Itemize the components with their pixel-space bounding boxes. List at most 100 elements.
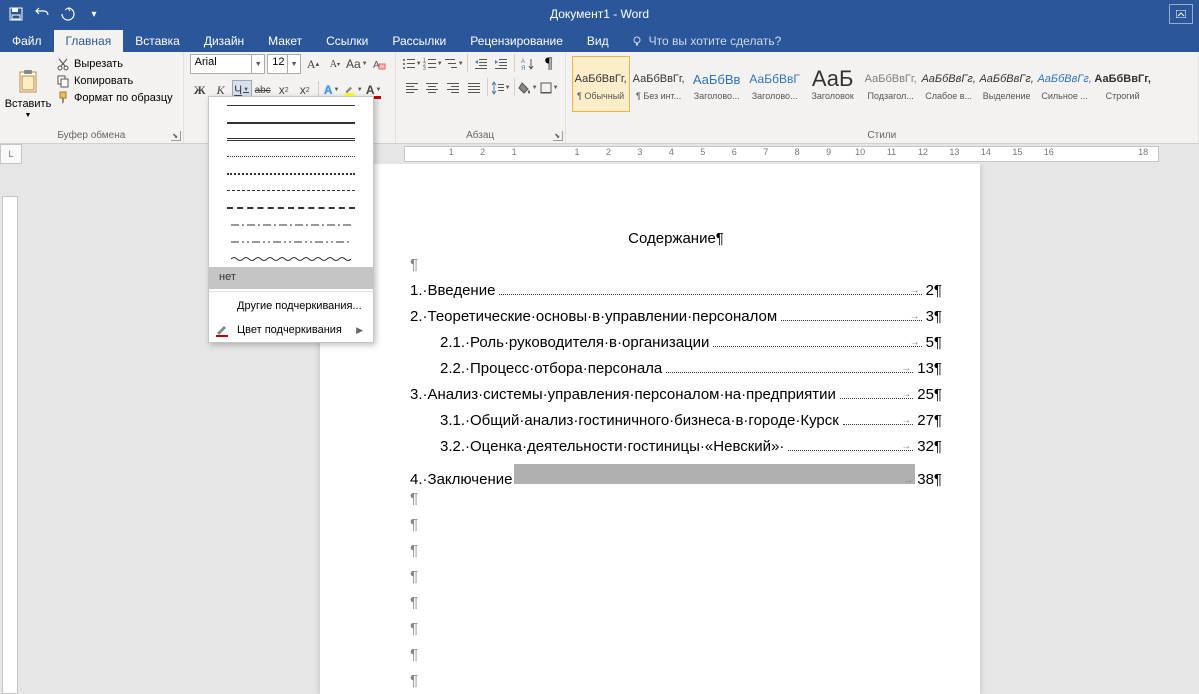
doc-title: Содержание¶ bbox=[410, 230, 942, 256]
svg-text:3: 3 bbox=[423, 66, 426, 71]
scissors-icon bbox=[56, 57, 70, 71]
group-paragraph: ▼ 123▼ ▼ AЯ ¶ ▼ ▼ ▼ Абза bbox=[396, 52, 566, 143]
group-label-paragraph: Абзац bbox=[402, 129, 559, 143]
group-label-clipboard: Буфер обмена bbox=[6, 129, 177, 143]
styles-gallery[interactable]: АаБбВвГг,¶ ОбычныйАаБбВвГг,¶ Без инт...А… bbox=[572, 54, 1192, 129]
svg-text:Я: Я bbox=[521, 66, 525, 71]
multilevel-list-button[interactable]: ▼ bbox=[444, 54, 464, 74]
clipboard-dialog-launcher[interactable]: ⬊ bbox=[171, 131, 181, 141]
decrease-indent-button[interactable] bbox=[471, 54, 491, 74]
redo-button[interactable] bbox=[56, 2, 80, 26]
ribbon-tabs: Файл Главная Вставка Дизайн Макет Ссылки… bbox=[0, 28, 1199, 52]
shrink-font-button[interactable]: A▾ bbox=[325, 54, 345, 74]
chevron-down-icon: ▼ bbox=[251, 55, 264, 73]
tab-review[interactable]: Рецензирование bbox=[458, 30, 575, 52]
grow-font-button[interactable]: A▴ bbox=[303, 54, 323, 74]
bullets-button[interactable]: ▼ bbox=[402, 54, 422, 74]
underline-color[interactable]: Цвет подчеркивания ▶ bbox=[209, 318, 373, 342]
undo-button[interactable] bbox=[30, 2, 54, 26]
borders-button[interactable]: ▼ bbox=[539, 78, 559, 98]
toc-line: 3.·Анализ·системы·управления·персоналом·… bbox=[410, 386, 942, 412]
document-page[interactable]: Содержание¶ ¶ 1.·Введение→2¶2.·Теоретиче… bbox=[320, 164, 980, 694]
vertical-ruler[interactable] bbox=[0, 164, 22, 694]
style-item[interactable]: АаБЗаголовок bbox=[804, 56, 862, 112]
sort-button[interactable]: AЯ bbox=[518, 54, 538, 74]
style-item[interactable]: АаБбВвГг,¶ Без инт... bbox=[630, 56, 688, 112]
horizontal-ruler[interactable]: 1211234567891011121314151618 bbox=[22, 144, 1199, 164]
underline-style-wave[interactable] bbox=[209, 250, 373, 267]
toc-line: 2.·Теоретические·основы·в·управлении·пер… bbox=[410, 308, 942, 334]
brush-icon bbox=[56, 91, 70, 105]
doc-paragraph: ¶ bbox=[410, 672, 942, 694]
tab-view[interactable]: Вид bbox=[575, 30, 621, 52]
doc-paragraph: ¶ bbox=[410, 594, 942, 620]
format-painter-button[interactable]: Формат по образцу bbox=[52, 90, 177, 106]
clear-formatting-button[interactable]: A bbox=[369, 54, 389, 74]
align-right-button[interactable] bbox=[443, 78, 463, 98]
chevron-down-icon: ▼ bbox=[287, 55, 300, 73]
cut-button[interactable]: Вырезать bbox=[52, 56, 177, 72]
style-item[interactable]: АаБбВвГг,Слабое в... bbox=[920, 56, 978, 112]
underline-more[interactable]: Другие подчеркивания... bbox=[209, 294, 373, 318]
shading-button[interactable]: ▼ bbox=[518, 78, 538, 98]
chevron-right-icon: ▶ bbox=[356, 325, 363, 336]
style-item[interactable]: АаБбВвГг,Строгий bbox=[1094, 56, 1152, 112]
align-center-button[interactable] bbox=[422, 78, 442, 98]
style-item[interactable]: АаБбВвЗаголово... bbox=[688, 56, 746, 112]
style-item[interactable]: АаБбВвГг,Подзагол... bbox=[862, 56, 920, 112]
toc-line: 3.1.·Общий·анализ·гостиничного·бизнеса·в… bbox=[410, 412, 942, 438]
underline-style-dotted-thick[interactable] bbox=[209, 165, 373, 182]
paste-button[interactable]: Вставить ▼ bbox=[6, 54, 50, 129]
underline-style-thick[interactable] bbox=[209, 114, 373, 131]
numbering-button[interactable]: 123▼ bbox=[423, 54, 443, 74]
doc-paragraph: ¶ bbox=[410, 516, 942, 542]
underline-style-dash-thick[interactable] bbox=[209, 199, 373, 216]
doc-paragraph: ¶ bbox=[410, 256, 942, 282]
paragraph-dialog-launcher[interactable]: ⬊ bbox=[553, 131, 563, 141]
copy-button[interactable]: Копировать bbox=[52, 73, 177, 89]
ribbon-display-button[interactable] bbox=[1169, 4, 1193, 24]
document-area: Содержание¶ ¶ 1.·Введение→2¶2.·Теоретиче… bbox=[0, 164, 1199, 694]
underline-style-dashdot[interactable] bbox=[209, 216, 373, 233]
bold-button[interactable]: Ж bbox=[190, 80, 210, 100]
show-marks-button[interactable]: ¶ bbox=[539, 54, 559, 74]
tab-mailings[interactable]: Рассылки bbox=[380, 30, 458, 52]
doc-paragraph: ¶ bbox=[410, 620, 942, 646]
underline-style-dotted[interactable] bbox=[209, 148, 373, 165]
qat-customize-button[interactable]: ▾ bbox=[82, 2, 106, 26]
underline-none[interactable]: нет bbox=[209, 267, 373, 289]
underline-style-dashdotdot[interactable] bbox=[209, 233, 373, 250]
change-case-button[interactable]: Aa▼ bbox=[347, 54, 367, 74]
doc-paragraph: ¶ bbox=[410, 542, 942, 568]
tab-design[interactable]: Дизайн bbox=[192, 30, 256, 52]
align-left-button[interactable] bbox=[402, 78, 422, 98]
tab-file[interactable]: Файл bbox=[0, 30, 54, 52]
doc-paragraph: ¶ bbox=[410, 568, 942, 594]
underline-style-dash[interactable] bbox=[209, 182, 373, 199]
pen-icon bbox=[215, 323, 229, 337]
tab-layout[interactable]: Макет bbox=[256, 30, 314, 52]
tab-home[interactable]: Главная bbox=[54, 30, 124, 52]
ruler-area: L 1211234567891011121314151618 bbox=[0, 144, 1199, 164]
tell-me-search[interactable]: Что вы хотите сделать? bbox=[621, 30, 792, 52]
underline-style-double[interactable] bbox=[209, 131, 373, 148]
font-size-combo[interactable]: 12▼ bbox=[267, 54, 301, 74]
toc-line: 4.·Заключение→38¶ bbox=[410, 464, 942, 490]
style-item[interactable]: АаБбВвГг,¶ Обычный bbox=[572, 56, 630, 112]
line-spacing-button[interactable]: ▼ bbox=[491, 78, 511, 98]
style-item[interactable]: АаБбВвГг,Выделение bbox=[978, 56, 1036, 112]
bulb-icon bbox=[631, 35, 643, 47]
increase-indent-button[interactable] bbox=[491, 54, 511, 74]
group-label-styles: Стили bbox=[572, 129, 1192, 143]
underline-style-single[interactable] bbox=[209, 97, 373, 114]
tab-selector[interactable]: L bbox=[0, 144, 22, 164]
style-item[interactable]: АаБбВвГЗаголово... bbox=[746, 56, 804, 112]
font-name-combo[interactable]: Arial▼ bbox=[190, 54, 266, 74]
style-item[interactable]: АаБбВвГг,Сильное ... bbox=[1036, 56, 1094, 112]
justify-button[interactable] bbox=[464, 78, 484, 98]
ribbon: Вставить ▼ Вырезать Копировать Формат по… bbox=[0, 52, 1199, 144]
save-button[interactable] bbox=[4, 2, 28, 26]
group-styles: АаБбВвГг,¶ ОбычныйАаБбВвГг,¶ Без инт...А… bbox=[566, 52, 1199, 143]
tab-references[interactable]: Ссылки bbox=[314, 30, 380, 52]
tab-insert[interactable]: Вставка bbox=[123, 30, 192, 52]
